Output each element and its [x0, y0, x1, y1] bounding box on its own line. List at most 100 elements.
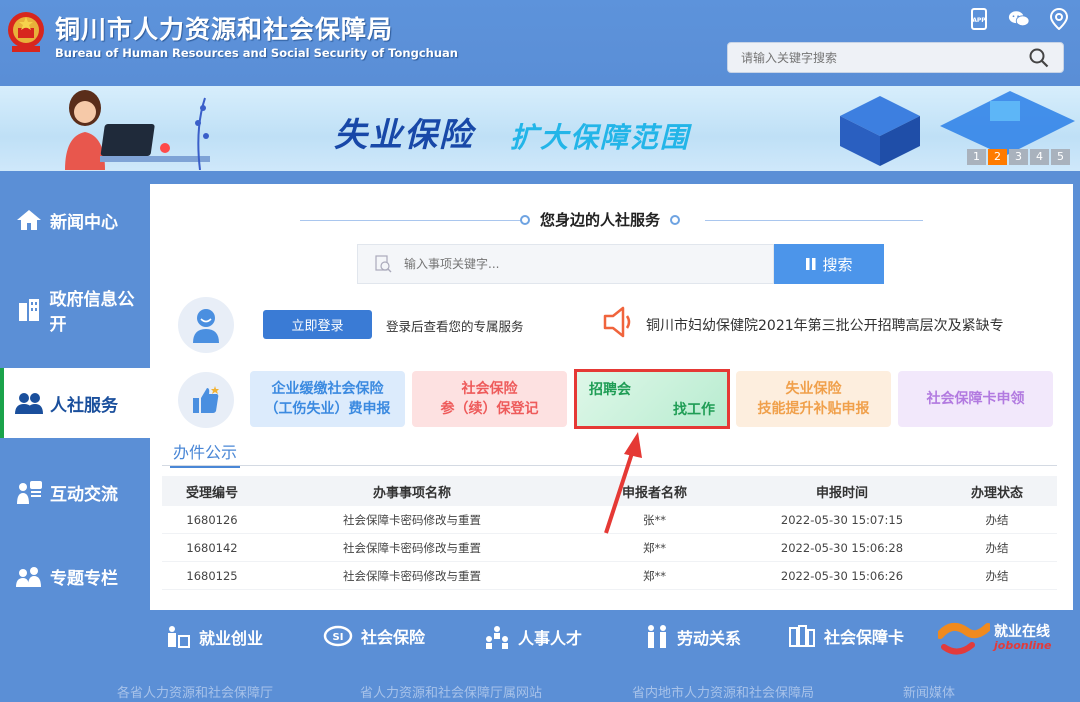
banner-page-5[interactable]: 5: [1051, 149, 1070, 165]
banner-illustration: [65, 90, 210, 170]
bottom-nav-employment[interactable]: 就业创业: [165, 624, 263, 650]
si-icon: SI: [323, 625, 353, 647]
cell: 办结: [985, 540, 1009, 555]
bottom-nav-security-card[interactable]: 社会保障卡: [788, 624, 904, 648]
banner[interactable]: 失业保险 扩大保障范围 1 2 3 4 5: [0, 86, 1080, 171]
card-line: 参（续）保登记: [440, 401, 539, 417]
document-search-icon: [375, 255, 392, 273]
card-line: 失业保险: [785, 381, 842, 397]
bottom-nav-label: 劳动关系: [677, 629, 742, 648]
footer-link[interactable]: 新闻媒体: [903, 682, 955, 701]
sidebar-item-topics[interactable]: 专题专栏: [0, 541, 150, 611]
notice-link[interactable]: 铜川市妇幼保健院2021年第三批公开招聘高层次及紧缺专: [646, 315, 1036, 335]
table-row[interactable]: 1680142 社会保障卡密码修改与重置 郑** 2022-05-30 15:0…: [162, 534, 1057, 562]
service-card-insurance-registration[interactable]: 社会保险 参（续）保登记: [412, 371, 567, 427]
cell: 社会保障卡密码修改与重置: [343, 512, 481, 527]
login-tip: 登录后查看您的专属服务: [386, 319, 524, 334]
login-button[interactable]: 立即登录: [263, 310, 372, 339]
heading-dot: [670, 214, 681, 225]
card-line: 招聘会: [589, 382, 631, 398]
bottom-nav-personnel[interactable]: 人事人才: [484, 624, 582, 650]
card-icon: [788, 624, 816, 648]
sidebar-item-services[interactable]: 人社服务: [0, 368, 150, 438]
card-line: 企业缓缴社会保险: [271, 381, 384, 397]
location-icon[interactable]: [1048, 8, 1070, 30]
sidebar-item-news[interactable]: 新闻中心: [0, 185, 150, 255]
cell: 办结: [985, 512, 1009, 527]
public-list-title[interactable]: 办件公示: [170, 439, 241, 468]
cell: 郑**: [643, 540, 666, 555]
cell: 2022-05-30 15:06:28: [780, 540, 904, 555]
column-header: 办理状态: [970, 485, 1023, 501]
cell: 1680142: [186, 540, 238, 555]
services-panel: 您身边的人社服务 搜索 立即登录 登录后查看您的专属服务 铜川市妇幼保健院202…: [150, 184, 1073, 610]
people-icon: [14, 389, 44, 417]
labor-icon: [645, 624, 669, 650]
cell: 办结: [985, 568, 1009, 583]
home-icon: [14, 206, 44, 234]
site-subtitle: Bureau of Human Resources and Social Sec…: [55, 46, 458, 60]
service-search-input[interactable]: [404, 257, 704, 271]
banner-page-2[interactable]: 2: [988, 149, 1007, 165]
annotation-arrow-icon: [604, 432, 642, 534]
thumbs-up-icon: [193, 386, 219, 413]
service-search-field: [357, 244, 774, 284]
job-online-logo-icon: [936, 622, 992, 655]
table-row[interactable]: 1680125 社会保障卡密码修改与重置 郑** 2022-05-30 15:0…: [162, 562, 1057, 590]
avatar[interactable]: [178, 297, 234, 353]
svg-text:APP: APP: [972, 17, 986, 24]
service-card-social-security-card[interactable]: 社会保障卡申领: [898, 371, 1053, 427]
cell: 社会保障卡密码修改与重置: [343, 540, 481, 555]
heading-dot: [520, 214, 530, 225]
search-icon[interactable]: [1029, 48, 1049, 68]
footer-links: 各省人力资源和社会保障厅 省人力资源和社会保障厅属网站 省内地市人力资源和社会保…: [0, 680, 1080, 702]
footer-link[interactable]: 省人力资源和社会保障厅属网站: [360, 682, 542, 701]
banner-page-3[interactable]: 3: [1009, 149, 1028, 165]
sidebar-item-label: 专题专栏: [50, 568, 118, 589]
employment-icon: [165, 624, 191, 650]
bottom-nav-label: 社会保险: [361, 628, 426, 647]
bottom-nav-labor[interactable]: 劳动关系: [645, 624, 741, 650]
site-title: 铜川市人力资源和社会保障局: [55, 15, 394, 44]
bottom-nav-label: 人事人才: [518, 629, 583, 648]
cell: 1680126: [186, 512, 238, 527]
card-line: 技能提升补贴申报: [757, 401, 870, 417]
banner-page-4[interactable]: 4: [1030, 149, 1049, 165]
site-search: [727, 42, 1064, 73]
service-card-deferred-insurance[interactable]: 企业缓缴社会保险 （工伤失业）费申报: [250, 371, 405, 427]
divider: [705, 220, 923, 221]
sidebar-item-gov-info[interactable]: 政府信息公开: [0, 275, 150, 345]
cell: 社会保障卡密码修改与重置: [343, 568, 481, 583]
sidebar-item-label: 互动交流: [50, 484, 118, 505]
cell: 1680125: [186, 568, 238, 583]
bottom-nav: 就业创业 SI 社会保险 人事人才 劳动关系 社会保障卡: [0, 610, 1080, 665]
divider: [300, 220, 525, 221]
app-icon[interactable]: APP: [968, 8, 990, 30]
svg-text:SI: SI: [333, 632, 344, 643]
footer-link[interactable]: 省内地市人力资源和社会保障局: [632, 682, 814, 701]
banner-title: 失业保险: [334, 115, 474, 154]
job-online-subtitle: jobonline: [994, 639, 1052, 652]
service-card-job-fair[interactable]: 招聘会 找工作: [574, 369, 730, 429]
banner-pager: 1 2 3 4 5: [967, 149, 1070, 165]
service-card-skill-subsidy[interactable]: 失业保险 技能提升补贴申报: [736, 371, 891, 427]
column-header: 申报时间: [815, 485, 868, 501]
wechat-icon[interactable]: [1008, 8, 1030, 30]
thumb-badge: [178, 372, 234, 428]
footer-link[interactable]: 各省人力资源和社会保障厅: [117, 682, 273, 701]
sidebar: 新闻中心 政府信息公开 人社服务 互动交流 专题专栏: [0, 171, 150, 610]
cell: 张**: [643, 512, 666, 527]
service-search-button[interactable]: 搜索: [774, 244, 884, 284]
banner-page-1[interactable]: 1: [967, 149, 986, 165]
job-online-logo[interactable]: 就业在线 jobonline: [936, 617, 1068, 659]
building-icon: [14, 296, 44, 324]
sidebar-item-interaction[interactable]: 互动交流: [0, 457, 150, 527]
card-line: 找工作: [673, 402, 715, 418]
chat-person-icon: [14, 478, 44, 506]
cell: 2022-05-30 15:07:15: [780, 512, 904, 527]
site-header: 铜川市人力资源和社会保障局 Bureau of Human Resources …: [0, 0, 1080, 86]
site-search-input[interactable]: [728, 43, 1008, 72]
cell: 2022-05-30 15:06:26: [780, 568, 904, 583]
card-line: （工伤失业）费申报: [264, 401, 391, 417]
bottom-nav-social-insurance[interactable]: SI 社会保险: [323, 624, 425, 648]
